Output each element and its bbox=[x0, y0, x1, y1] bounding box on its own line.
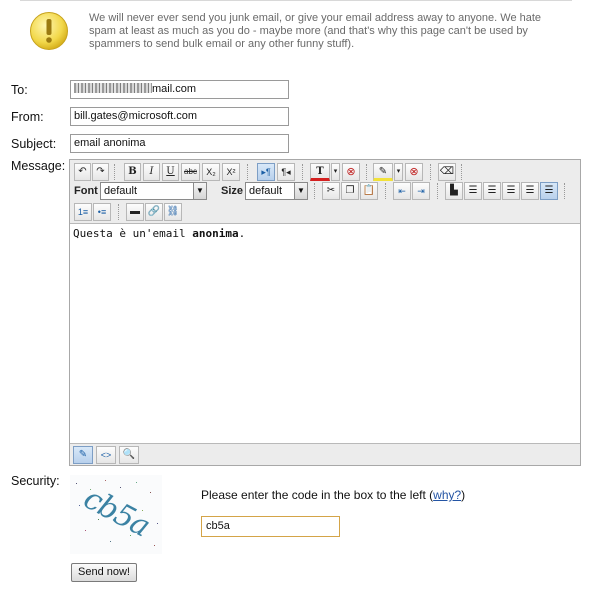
chevron-down-icon: ▼ bbox=[193, 183, 206, 199]
captcha-noise bbox=[154, 545, 155, 546]
captcha-image: cb5a bbox=[70, 475, 162, 554]
captcha-noise bbox=[76, 483, 77, 484]
font-select-value: default bbox=[104, 185, 138, 197]
toolbar-separator bbox=[302, 164, 303, 180]
chevron-down-icon: ▼ bbox=[294, 183, 307, 199]
justify-icon[interactable]: ☰ bbox=[521, 182, 539, 200]
captcha-prompt-text: Please enter the code in the box to the … bbox=[201, 488, 434, 502]
numbered-list-icon[interactable]: 1≡ bbox=[74, 203, 92, 221]
insert-link-icon[interactable]: 🔗 bbox=[145, 203, 163, 221]
outdent-icon[interactable]: ⇤ bbox=[393, 182, 411, 200]
toolbar-separator bbox=[430, 164, 431, 180]
redo-icon[interactable]: ↷ bbox=[92, 163, 109, 181]
design-mode-icon[interactable]: ✎ bbox=[73, 446, 93, 464]
captcha-noise bbox=[150, 492, 151, 493]
captcha-noise bbox=[79, 505, 80, 506]
justify-full-icon[interactable]: ☰ bbox=[540, 182, 558, 200]
toolbar-separator bbox=[247, 164, 248, 180]
message-editor[interactable]: ↶ ↷ B I U abc X₂ X² ▸¶ ¶◂ T ▾ ⊗ ✎ ▾ ⊗ ⌫ … bbox=[69, 159, 581, 466]
ltr-direction-icon[interactable]: ▸¶ bbox=[257, 163, 275, 181]
captcha-noise bbox=[136, 482, 137, 483]
from-field[interactable]: bill.gates@microsoft.com bbox=[70, 107, 289, 126]
float-left-icon[interactable]: ▙ bbox=[445, 182, 463, 200]
subscript-button[interactable]: X₂ bbox=[202, 163, 220, 181]
toolbar-separator bbox=[461, 164, 462, 180]
bold-button[interactable]: B bbox=[124, 163, 141, 181]
align-left-icon[interactable]: ☰ bbox=[464, 182, 482, 200]
remove-text-color-icon[interactable]: ⊗ bbox=[342, 163, 360, 181]
toolbar-separator bbox=[314, 183, 315, 199]
size-select[interactable]: default ▼ bbox=[245, 182, 308, 200]
align-right-icon[interactable]: ☰ bbox=[502, 182, 520, 200]
remove-link-icon[interactable]: ⛓ bbox=[164, 203, 182, 221]
bullet-list-icon[interactable]: •≡ bbox=[93, 203, 111, 221]
rtl-direction-icon[interactable]: ¶◂ bbox=[277, 163, 295, 181]
warning-icon bbox=[30, 12, 68, 50]
toolbar-separator bbox=[366, 164, 367, 180]
underline-button[interactable]: U bbox=[162, 163, 179, 181]
cut-icon[interactable]: ✂ bbox=[322, 182, 340, 200]
preview-zoom-icon[interactable]: 🔍 bbox=[119, 446, 139, 464]
size-label: Size bbox=[221, 185, 244, 197]
highlight-color-icon[interactable]: ✎ bbox=[373, 163, 393, 181]
size-select-value: default bbox=[249, 185, 283, 197]
indent-icon[interactable]: ⇥ bbox=[412, 182, 430, 200]
to-label: To: bbox=[11, 83, 28, 97]
redacted-email bbox=[74, 83, 152, 93]
captcha-noise bbox=[130, 535, 131, 536]
to-field[interactable]: mail.com bbox=[70, 80, 289, 99]
captcha-noise bbox=[120, 487, 121, 488]
toolbar-separator bbox=[564, 183, 565, 199]
eraser-icon[interactable]: ⌫ bbox=[438, 163, 456, 181]
message-body[interactable]: Questa è un'email anonima. bbox=[73, 227, 245, 240]
strikethrough-button[interactable]: abc bbox=[181, 163, 200, 181]
toolbar-separator bbox=[118, 204, 119, 220]
chevron-down-icon[interactable]: ▾ bbox=[331, 163, 340, 181]
copy-icon[interactable]: ❐ bbox=[341, 182, 359, 200]
remove-highlight-icon[interactable]: ⊗ bbox=[405, 163, 423, 181]
toolbar-separator bbox=[437, 183, 438, 199]
privacy-notice: We will never ever send you junk email, … bbox=[89, 12, 542, 50]
why-link[interactable]: why? bbox=[433, 488, 461, 502]
paste-icon[interactable]: 📋 bbox=[360, 182, 378, 200]
top-divider bbox=[20, 0, 572, 1]
editor-toolbar: ↶ ↷ B I U abc X₂ X² ▸¶ ¶◂ T ▾ ⊗ ✎ ▾ ⊗ ⌫ … bbox=[70, 160, 580, 224]
italic-button[interactable]: I bbox=[143, 163, 160, 181]
from-label: From: bbox=[11, 110, 44, 124]
security-label: Security: bbox=[11, 474, 60, 488]
captcha-code-input[interactable]: cb5a bbox=[201, 516, 340, 537]
message-text: Questa è un'email bbox=[73, 227, 193, 240]
subject-label: Subject: bbox=[11, 137, 57, 151]
captcha-noise bbox=[110, 541, 111, 542]
captcha-noise bbox=[157, 523, 158, 524]
send-button[interactable]: Send now! bbox=[71, 563, 137, 582]
horizontal-rule-icon[interactable]: ▬ bbox=[126, 203, 144, 221]
message-bold-text: anonima bbox=[192, 227, 239, 240]
text-color-button[interactable]: T bbox=[310, 163, 330, 181]
to-field-suffix: mail.com bbox=[152, 83, 197, 95]
message-text-end: . bbox=[238, 227, 246, 240]
editor-mode-bar: ✎ <> 🔍 bbox=[70, 443, 580, 465]
message-label: Message: bbox=[11, 159, 66, 173]
captcha-noise bbox=[85, 530, 86, 531]
html-mode-icon[interactable]: <> bbox=[96, 446, 116, 464]
align-center-icon[interactable]: ☰ bbox=[483, 182, 501, 200]
undo-icon[interactable]: ↶ bbox=[74, 163, 91, 181]
captcha-noise bbox=[90, 489, 91, 490]
captcha-noise bbox=[98, 519, 99, 520]
toolbar-separator bbox=[114, 164, 115, 180]
captcha-prompt-end: ) bbox=[461, 488, 466, 502]
captcha-prompt: Please enter the code in the box to the … bbox=[201, 488, 465, 502]
captcha-noise bbox=[142, 510, 143, 511]
font-label: Font bbox=[74, 185, 98, 197]
superscript-button[interactable]: X² bbox=[222, 163, 240, 181]
captcha-text: cb5a bbox=[77, 480, 156, 545]
subject-field[interactable]: email anonima bbox=[70, 134, 289, 153]
font-select[interactable]: default ▼ bbox=[100, 182, 207, 200]
chevron-down-icon[interactable]: ▾ bbox=[394, 163, 403, 181]
captcha-noise bbox=[105, 480, 106, 481]
toolbar-separator bbox=[385, 183, 386, 199]
